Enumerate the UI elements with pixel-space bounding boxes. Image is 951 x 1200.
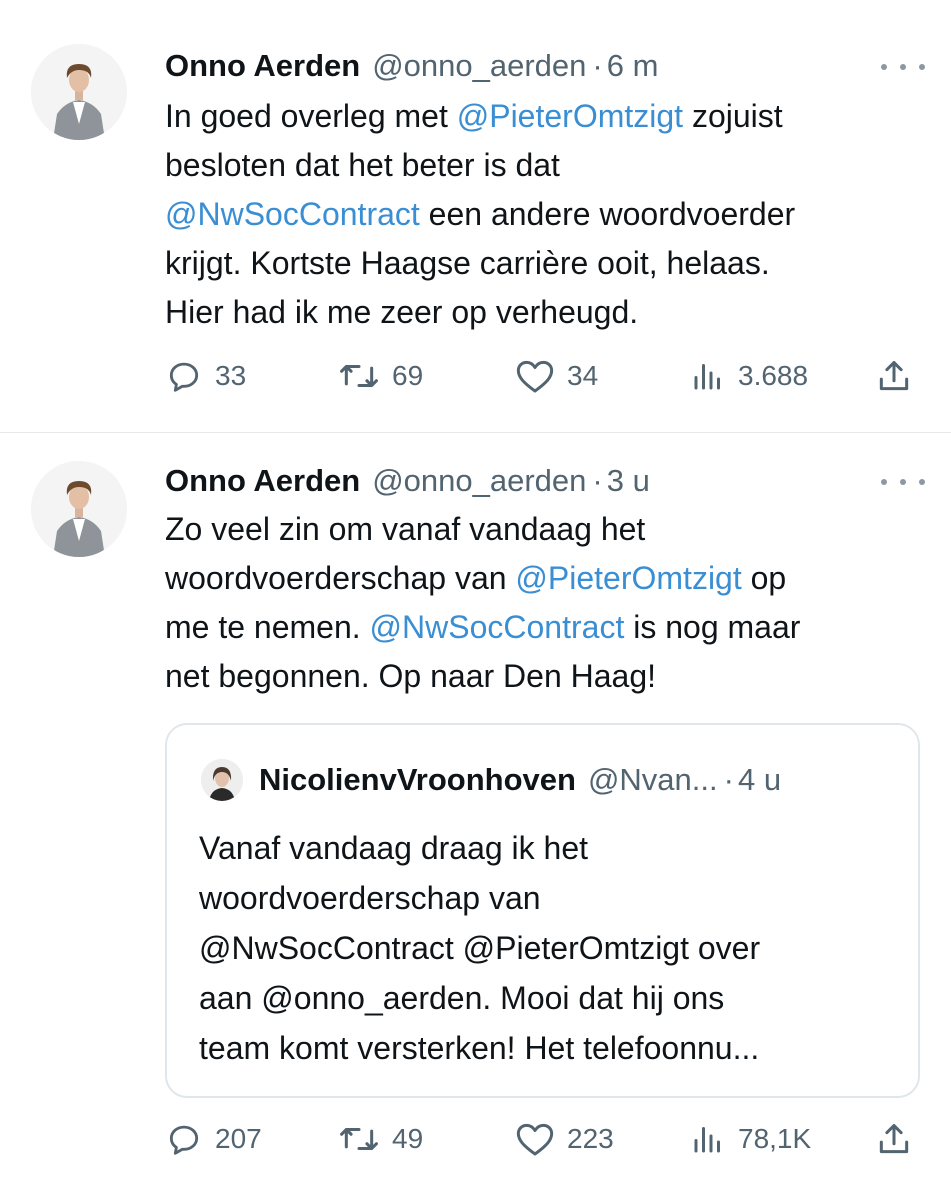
like-button[interactable]: 34: [515, 356, 598, 396]
text-segment: In goed overleg met: [165, 98, 457, 134]
text-segment: woordvoerderschap van: [165, 560, 516, 596]
tweet-text-line: me te nemen. @NwSocContract is nog maar: [165, 603, 935, 652]
views-icon: [694, 1127, 720, 1153]
avatar[interactable]: [31, 44, 127, 140]
text-segment: een andere woordvoerder: [419, 196, 796, 232]
quoted-avatar[interactable]: [201, 759, 243, 801]
tweet-text-line: In goed overleg met @PieterOmtzigt zojui…: [165, 92, 935, 141]
tweet-text-line: Zo veel zin om vanaf vandaag het: [165, 505, 935, 554]
timestamp[interactable]: 3 u: [607, 459, 650, 503]
quoted-timestamp[interactable]: 4 u: [738, 762, 781, 798]
tweet-text-line: Hier had ik me zeer op verheugd.: [165, 288, 935, 337]
retweet-icon: [340, 1127, 378, 1151]
quoted-author-handle[interactable]: @Nvan...: [588, 762, 718, 798]
mention-link[interactable]: @NwSocContract: [165, 196, 420, 232]
views-button[interactable]: 78,1K: [690, 1119, 811, 1159]
separator: ·: [723, 762, 734, 797]
tweet-text-line: besloten dat het beter is dat: [165, 141, 935, 190]
reply-button[interactable]: 207: [165, 1119, 262, 1159]
more-icon[interactable]: [881, 57, 925, 77]
quoted-text-line: aan @onno_aerden. Mooi dat hij ons: [199, 980, 725, 1016]
quoted-text: Vanaf vandaag draag ik het woordvoerders…: [199, 823, 899, 1073]
reply-icon: [169, 1125, 199, 1155]
text-segment: Hier had ik me zeer op verheugd.: [165, 294, 639, 330]
like-count: 34: [567, 360, 599, 391]
reply-count: 33: [215, 360, 247, 391]
mention-link[interactable]: @PieterOmtzigt: [515, 560, 741, 596]
share-icon: [879, 1124, 909, 1154]
repost-button[interactable]: 69: [338, 356, 423, 396]
quoted-text-line: woordvoerderschap van: [199, 880, 541, 916]
retweet-icon: [340, 364, 378, 388]
tweet-actions: 207 49 223 78,1K: [165, 1119, 925, 1159]
more-dot: [881, 64, 887, 70]
author-name[interactable]: Onno Aerden: [165, 44, 360, 88]
repost-count: 49: [392, 1123, 424, 1154]
quoted-author-name[interactable]: NicolienvVroonhoven: [259, 762, 576, 798]
more-dot: [900, 479, 906, 485]
tweet-text-line: net begonnen. Op naar Den Haag!: [165, 652, 935, 701]
text-segment: zojuist: [683, 98, 783, 134]
avatar-image: [31, 461, 127, 557]
tweet-header: Onno Aerden @onno_aerden · 3 u: [165, 459, 931, 503]
quoted-tweet[interactable]: NicolienvVroonhoven @Nvan... · 4 u Vanaf…: [165, 723, 920, 1098]
views-button[interactable]: 3.688: [690, 356, 808, 396]
tweet-text: Zo veel zin om vanaf vandaag het woordvoe…: [165, 505, 935, 701]
share-button[interactable]: [875, 1119, 913, 1159]
views-icon: [694, 364, 720, 390]
text-segment: Zo veel zin om vanaf vandaag het: [165, 511, 646, 547]
tweet-actions: 33 69 34 3.688: [165, 356, 925, 396]
author-handle[interactable]: @onno_aerden: [372, 44, 586, 88]
mention-link[interactable]: @NwSocContract: [370, 609, 625, 645]
more-dot: [919, 64, 925, 70]
views-count: 78,1K: [738, 1123, 812, 1154]
quoted-text-line: Vanaf vandaag draag ik het: [199, 830, 589, 866]
text-segment: is nog maar: [624, 609, 801, 645]
text-segment: op: [741, 560, 787, 596]
repost-button[interactable]: 49: [338, 1119, 423, 1159]
reply-count: 207: [215, 1123, 262, 1154]
tweet[interactable]: Onno Aerden @onno_aerden · 6 m In goed o…: [0, 0, 951, 432]
share-icon: [879, 361, 909, 391]
repost-count: 69: [392, 360, 424, 391]
like-count: 223: [567, 1123, 614, 1154]
tweet-text-line: @NwSocContract een andere woordvoerder: [165, 190, 935, 239]
author-name[interactable]: Onno Aerden: [165, 459, 360, 503]
text-segment: krijgt. Kortste Haagse carrière ooit, he…: [165, 245, 770, 281]
text-segment: besloten dat het beter is dat: [165, 147, 560, 183]
quoted-avatar-image: [201, 759, 243, 801]
like-icon: [516, 360, 554, 393]
reply-button[interactable]: 33: [165, 356, 246, 396]
text-segment: me te nemen.: [165, 609, 370, 645]
text-segment: net begonnen. Op naar Den Haag!: [165, 658, 657, 694]
tweet[interactable]: Onno Aerden @onno_aerden · 3 u Zo veel z…: [0, 433, 951, 1200]
author-handle[interactable]: @onno_aerden: [372, 459, 586, 503]
more-dot: [919, 479, 925, 485]
mention-link[interactable]: @PieterOmtzigt: [457, 98, 683, 134]
separator: ·: [592, 48, 603, 83]
tweet-text-line: krijgt. Kortste Haagse carrière ooit, he…: [165, 239, 935, 288]
reply-icon: [169, 362, 199, 392]
timestamp[interactable]: 6 m: [607, 44, 659, 88]
tweet-header: Onno Aerden @onno_aerden · 6 m: [165, 44, 931, 88]
more-icon[interactable]: [881, 472, 925, 492]
quoted-header: NicolienvVroonhoven @Nvan... · 4 u: [259, 755, 898, 805]
like-icon: [516, 1123, 554, 1156]
avatar[interactable]: [31, 461, 127, 557]
like-button[interactable]: 223: [515, 1119, 614, 1159]
tweet-text-line: woordvoerderschap van @PieterOmtzigt op: [165, 554, 935, 603]
more-dot: [881, 479, 887, 485]
quoted-text-line: @NwSocContract @PieterOmtzigt over: [199, 930, 761, 966]
more-dot: [900, 64, 906, 70]
separator: ·: [592, 463, 603, 498]
tweet-text: In goed overleg met @PieterOmtzigt zojui…: [165, 92, 935, 337]
quoted-text-line: team komt versterken! Het telefoonnu...: [199, 1030, 760, 1066]
avatar-image: [31, 44, 127, 140]
share-button[interactable]: [875, 356, 913, 396]
views-count: 3.688: [738, 360, 809, 391]
